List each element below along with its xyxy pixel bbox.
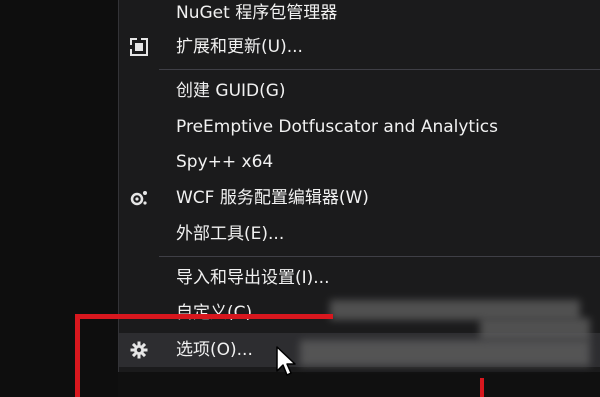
background-editor-area — [0, 0, 118, 397]
menu-item-label: 扩展和更新(U)... — [176, 37, 303, 57]
menu-item-preemptive-dotfuscator[interactable]: PreEmptive Dotfuscator and Analytics — [119, 110, 600, 144]
gear-icon — [129, 340, 149, 360]
extensions-icon — [129, 37, 149, 57]
menu-item-import-export-settings[interactable]: 导入和导出设置(I)... — [119, 261, 600, 295]
menu-item-label: PreEmptive Dotfuscator and Analytics — [176, 117, 499, 137]
annotation-highlight-box — [480, 378, 484, 397]
menu-item-create-guid[interactable]: 创建 GUID(G) — [119, 74, 600, 108]
blurred-region — [330, 300, 580, 320]
menu-item-extensions-and-updates[interactable]: 扩展和更新(U)... — [119, 30, 600, 64]
mouse-cursor-icon — [276, 346, 296, 376]
menu-item-label: 导入和导出设置(I)... — [176, 268, 330, 288]
menu-item-external-tools[interactable]: 外部工具(E)... — [119, 217, 600, 251]
screenshot-stage: NuGet 程序包管理器 扩展和更新(U)... 创建 GUID(G) PreE… — [0, 0, 600, 397]
menu-item-label: Spy++ x64 — [176, 152, 274, 172]
menu-item-wcf-service-config-editor[interactable]: WCF 服务配置编辑器(W) — [119, 181, 600, 215]
menu-item-spy-plus-plus[interactable]: Spy++ x64 — [119, 145, 600, 179]
menu-item-label: 创建 GUID(G) — [176, 81, 286, 101]
menu-item-label: NuGet 程序包管理器 — [176, 3, 338, 23]
menu-item-label: 自定义(C)... — [176, 303, 269, 323]
wcf-gear-icon — [129, 188, 149, 208]
blurred-region — [480, 318, 590, 340]
menu-separator — [159, 69, 600, 70]
menu-item-label: 外部工具(E)... — [176, 224, 285, 244]
menu-item-label: WCF 服务配置编辑器(W) — [176, 188, 369, 208]
annotation-highlight-box — [75, 314, 80, 397]
menu-item-nuget-package-manager[interactable]: NuGet 程序包管理器 — [119, 0, 600, 30]
menu-separator — [159, 256, 600, 257]
blurred-region — [300, 340, 590, 366]
annotation-highlight-box — [78, 314, 333, 319]
menu-item-label: 选项(O)... — [176, 340, 253, 360]
